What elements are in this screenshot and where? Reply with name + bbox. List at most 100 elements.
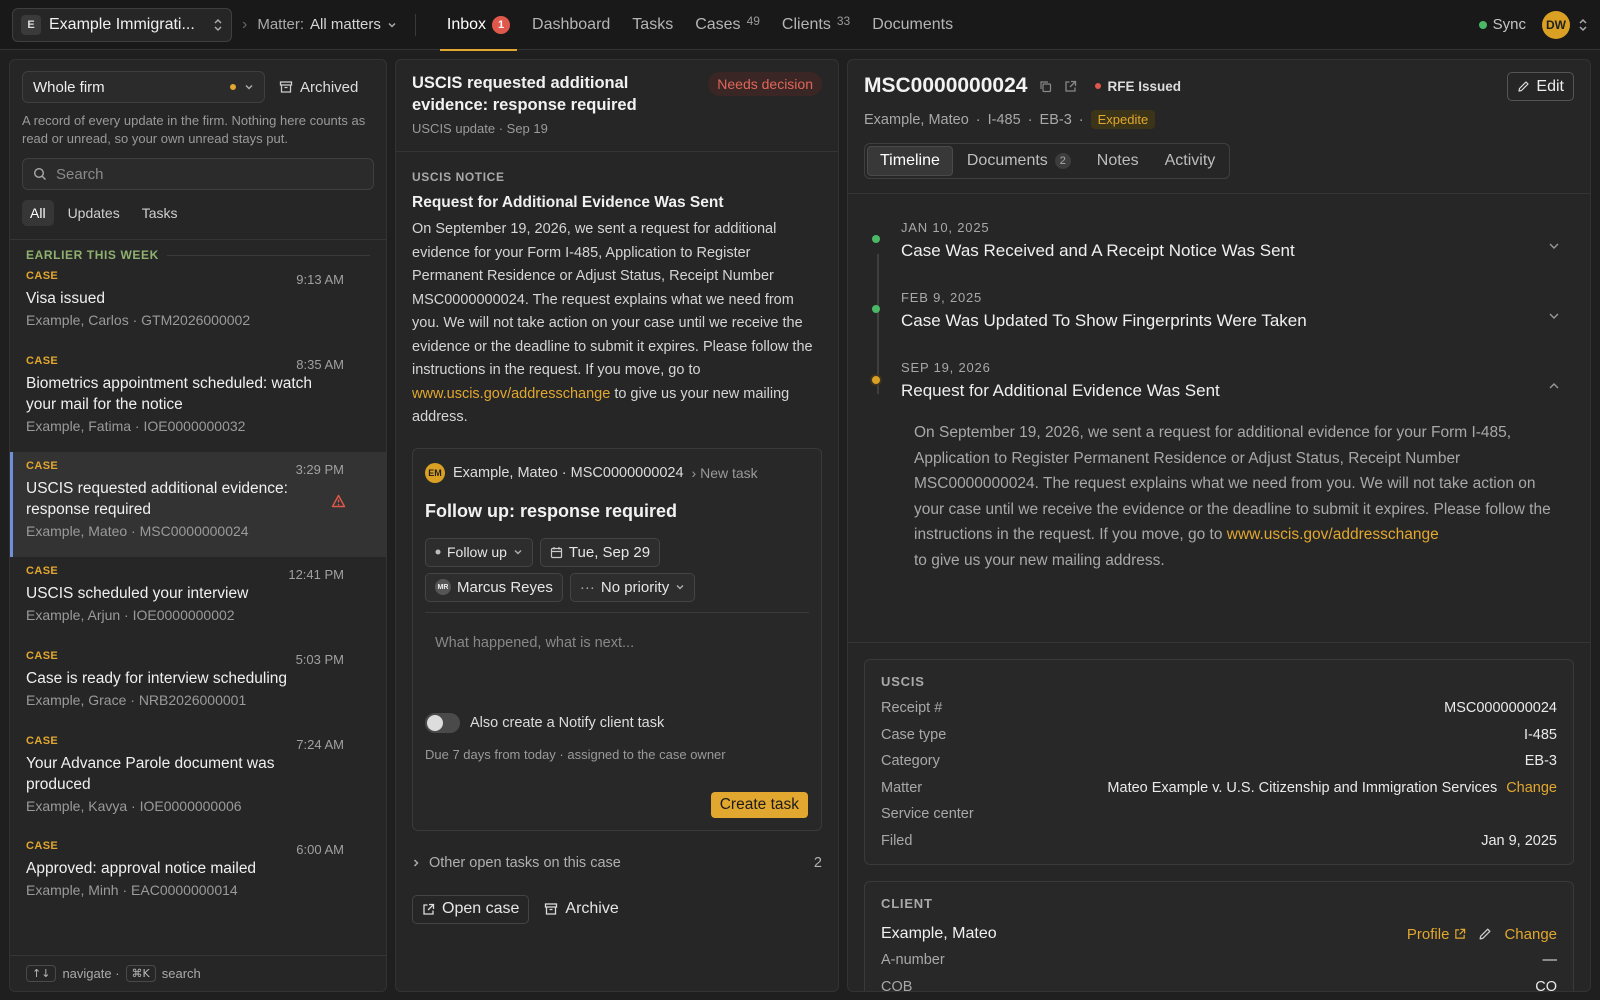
timeline-item-expanded[interactable]: SEP 19, 2026 Request for Additional Evid…: [864, 360, 1574, 412]
receipt-number: MSC0000000024: [864, 74, 1028, 97]
chevron-down-icon[interactable]: [1548, 242, 1560, 250]
info-key: COB: [881, 978, 913, 992]
user-menu[interactable]: DW: [1542, 10, 1588, 39]
assignee-select[interactable]: MR Marcus Reyes: [425, 572, 563, 602]
search-icon: [33, 167, 47, 181]
info-row: Receipt # MSC0000000024: [881, 695, 1557, 722]
chevron-up-icon[interactable]: [1548, 382, 1560, 390]
item-time: 8:35 AM: [296, 357, 344, 372]
nav-inbox[interactable]: Inbox 1: [436, 0, 521, 51]
external-link-icon[interactable]: [1064, 80, 1077, 93]
change-matter-link[interactable]: Change: [1506, 780, 1557, 796]
nav-cases[interactable]: Cases 49: [684, 0, 771, 50]
message-title: USCIS requested additional evidence: res…: [412, 74, 637, 114]
list-item[interactable]: CASE 6:00 AM Approved: approval notice m…: [10, 832, 386, 917]
tab-activity-label: Activity: [1164, 152, 1216, 169]
nav-cases-label: Cases: [695, 15, 741, 33]
tab-timeline[interactable]: Timeline: [867, 146, 953, 176]
address-change-link[interactable]: www.uscis.gov/addresschange: [1227, 526, 1439, 543]
case-form: I-485: [987, 111, 1021, 128]
timeline-item[interactable]: JAN 10, 2025 Case Was Received and A Rec…: [864, 220, 1574, 290]
tab-documents[interactable]: Documents 2: [955, 146, 1083, 176]
nav-documents[interactable]: Documents: [861, 0, 964, 50]
chevron-down-icon: [513, 548, 523, 556]
nav-tasks[interactable]: Tasks: [621, 0, 684, 50]
search-input[interactable]: [56, 165, 363, 183]
item-time: 5:03 PM: [295, 652, 344, 667]
assignee-avatar: MR: [435, 579, 451, 595]
list-item[interactable]: CASE 7:24 AM Your Advance Parole documen…: [10, 727, 386, 832]
info-key: Case type: [881, 726, 947, 743]
client-info-card: CLIENT Example, Mateo Profile Change A-n…: [864, 881, 1574, 992]
sync-button[interactable]: Sync: [1478, 16, 1526, 33]
list-item-selected[interactable]: CASE 3:29 PM USCIS requested additional …: [10, 452, 386, 557]
info-key: Receipt #: [881, 700, 943, 717]
archived-button[interactable]: Archived: [279, 79, 358, 96]
filter-updates[interactable]: Updates: [60, 200, 128, 226]
scope-select[interactable]: Whole firm: [22, 71, 265, 103]
change-client-link[interactable]: Change: [1504, 926, 1557, 943]
other-open-tasks-toggle[interactable]: Other open tasks on this case 2: [412, 855, 822, 871]
tab-notes[interactable]: Notes: [1085, 146, 1151, 176]
client-profile-link[interactable]: Profile: [1407, 926, 1467, 943]
archive-button[interactable]: Archive: [543, 894, 620, 924]
nav-dashboard[interactable]: Dashboard: [521, 0, 621, 50]
due-date-value: Tue, Sep 29: [568, 543, 651, 561]
firm-switcher[interactable]: E Example Immigrati...: [12, 7, 232, 42]
list-item[interactable]: CASE 8:35 AM Biometrics appointment sche…: [10, 347, 386, 452]
timeline-item[interactable]: FEB 9, 2025 Case Was Updated To Show Fin…: [864, 290, 1574, 360]
open-case-button[interactable]: Open case: [412, 894, 530, 924]
nav-clients[interactable]: Clients 33: [771, 0, 861, 50]
notify-client-toggle[interactable]: [425, 712, 460, 733]
tab-activity[interactable]: Activity: [1153, 146, 1228, 176]
priority-select[interactable]: ··· No priority: [569, 572, 696, 602]
dots-icon: ···: [579, 578, 595, 596]
case-status-label: RFE Issued: [1107, 78, 1181, 94]
list-item[interactable]: CASE 12:41 PM USCIS scheduled your inter…: [10, 557, 386, 642]
due-date-picker[interactable]: Tue, Sep 29: [539, 537, 661, 567]
filter-tasks[interactable]: Tasks: [134, 200, 186, 226]
chevron-up-down-icon: [213, 18, 223, 32]
task-type-select[interactable]: Follow up: [425, 537, 533, 567]
filter-tabs: All Updates Tasks: [22, 200, 374, 226]
item-subtitle: Example, Grace · NRB2026000001: [26, 692, 247, 708]
list-item[interactable]: CASE 9:13 AM Visa issued Example, Carlos…: [10, 262, 386, 347]
expedite-badge: Expedite: [1090, 110, 1156, 129]
nav-documents-label: Documents: [872, 15, 954, 33]
matter-name: Mateo Example v. U.S. Citizenship and Im…: [1107, 779, 1498, 796]
filter-all[interactable]: All: [22, 200, 54, 226]
timeline-date: JAN 10, 2025: [901, 220, 990, 235]
scope-description: A record of every update in the firm. No…: [22, 113, 366, 146]
notify-client-label: Also create a Notify client task: [470, 714, 665, 731]
search-box: [22, 158, 374, 190]
item-time: 7:24 AM: [296, 737, 344, 752]
topbar-right: Sync DW: [1478, 10, 1588, 39]
matter-filter[interactable]: Matter: All matters: [257, 16, 397, 33]
chevron-down-icon: [244, 83, 254, 91]
timeline-title: Case Was Updated To Show Fingerprints We…: [901, 311, 1307, 330]
item-title: Visa issued: [26, 290, 105, 307]
copy-icon[interactable]: [1039, 80, 1052, 93]
external-link-icon: [422, 903, 435, 916]
chevron-down-icon[interactable]: [1548, 312, 1560, 320]
edit-button[interactable]: Edit: [1507, 72, 1574, 101]
status-badge: Needs decision: [708, 72, 822, 96]
timeline-dot-icon: [872, 305, 880, 313]
pencil-icon[interactable]: [1478, 927, 1492, 941]
task-note-input[interactable]: What happened, what is next...: [425, 635, 809, 695]
timeline-title: Case Was Received and A Receipt Notice W…: [901, 241, 1295, 260]
create-task-button[interactable]: Create task: [710, 791, 808, 818]
navigate-hint-label: navigate ·: [62, 966, 120, 981]
item-title: Case is ready for interview scheduling: [26, 670, 288, 687]
scope-select-value: Whole firm: [33, 78, 105, 96]
notify-client-toggle-row: Also create a Notify client task: [425, 712, 809, 733]
info-key: Matter: [881, 779, 923, 796]
notice-body: On September 19, 2026, we sent a request…: [412, 218, 822, 430]
new-task-card: EM Example, Mateo · MSC0000000024 › New …: [412, 447, 822, 831]
task-title-input[interactable]: Follow up: response required: [425, 501, 809, 522]
matter-value: All matters: [310, 16, 381, 33]
address-change-link[interactable]: www.uscis.gov/addresschange: [412, 386, 610, 402]
nav-cases-count: 49: [746, 13, 760, 28]
list-item[interactable]: CASE 5:03 PM Case is ready for interview…: [10, 642, 386, 727]
external-link-icon: [1454, 928, 1466, 940]
